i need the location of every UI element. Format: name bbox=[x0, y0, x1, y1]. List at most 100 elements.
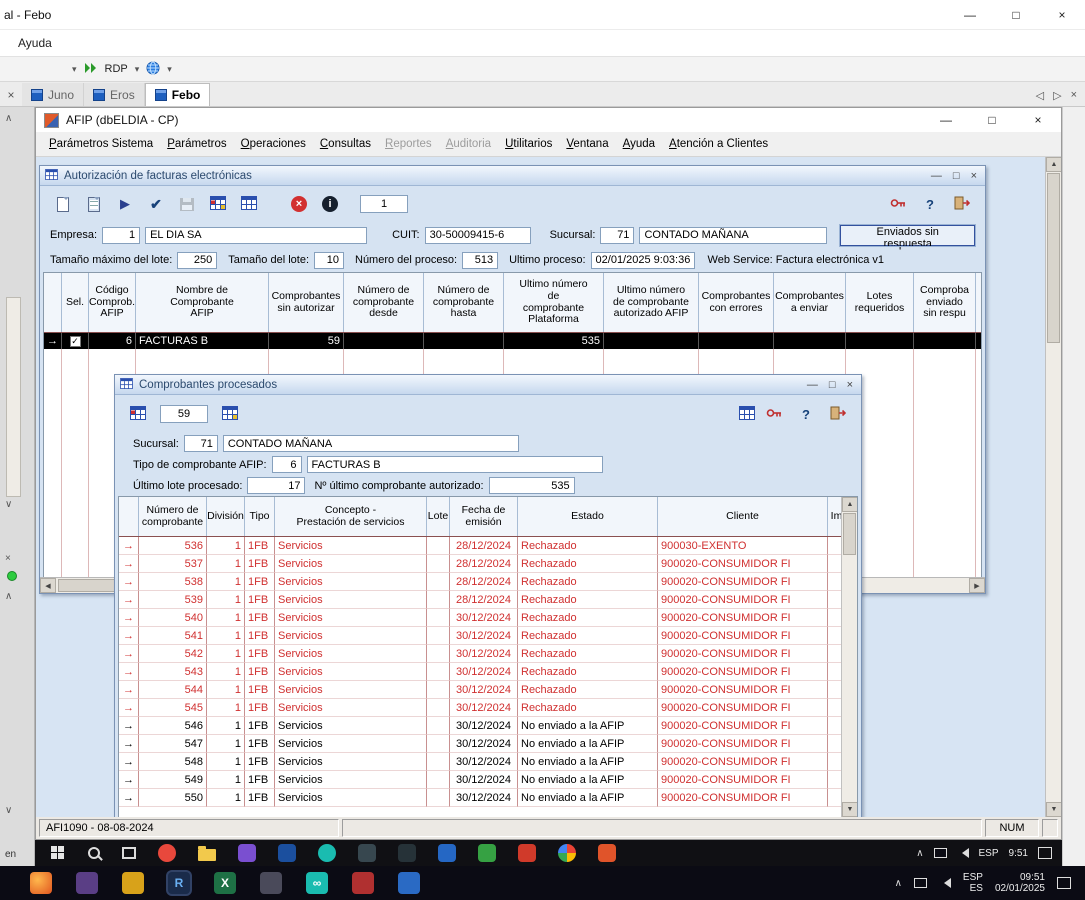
process-counter-field[interactable]: 1 bbox=[360, 195, 408, 213]
proceso-field[interactable]: 513 bbox=[462, 252, 498, 269]
tab-febo[interactable]: Febo bbox=[145, 83, 211, 106]
scroll-right-icon[interactable]: ▶ bbox=[969, 578, 985, 593]
afip-minimize-button[interactable]: — bbox=[923, 108, 969, 132]
menu-item[interactable]: Parámetros bbox=[160, 135, 233, 153]
menu-item[interactable]: Reportes bbox=[378, 135, 439, 153]
auth-column-header[interactable]: Código Comprob. AFIP bbox=[89, 273, 136, 332]
help-button[interactable]: ? bbox=[793, 402, 819, 426]
proc-grid-row[interactable]: →54711FBServicios30/12/2024No enviado a … bbox=[119, 735, 841, 753]
rdp-label[interactable]: RDP bbox=[105, 63, 128, 75]
auth-column-header[interactable]: Sel. bbox=[62, 273, 89, 332]
menu-item[interactable]: Parámetros Sistema bbox=[42, 135, 160, 153]
tamano-field[interactable]: 10 bbox=[314, 252, 344, 269]
proc-grid-row[interactable]: →53711FBServicios28/12/2024Rechazado9000… bbox=[119, 555, 841, 573]
proc-grid-row[interactable]: →53611FBServicios28/12/2024Rechazado9000… bbox=[119, 537, 841, 555]
autorizacion-titlebar[interactable]: Autorización de facturas electrónicas — … bbox=[40, 166, 985, 186]
sucursal-code-field[interactable]: 71 bbox=[184, 435, 218, 452]
scroll-up-icon[interactable]: ▲ bbox=[1046, 157, 1061, 172]
chrome-icon[interactable] bbox=[558, 844, 576, 862]
app-icon-dark[interactable] bbox=[398, 844, 416, 862]
volume-icon[interactable] bbox=[957, 848, 969, 858]
scroll-down-icon[interactable]: ∨ bbox=[5, 499, 12, 510]
sucursal-name-field[interactable]: CONTADO MAÑANA bbox=[639, 227, 827, 244]
globe-icon[interactable] bbox=[146, 61, 160, 78]
browser-icon[interactable] bbox=[158, 844, 176, 862]
app-icon-orange[interactable] bbox=[598, 844, 616, 862]
network-icon[interactable] bbox=[934, 848, 947, 858]
app-icon-purple[interactable] bbox=[238, 844, 256, 862]
scroll-down-icon[interactable]: ∨ bbox=[5, 805, 12, 816]
empresa-code-field[interactable]: 1 bbox=[102, 227, 140, 244]
notification-icon[interactable] bbox=[1057, 877, 1071, 889]
tamano-max-field[interactable]: 250 bbox=[177, 252, 217, 269]
scroll-thumb[interactable] bbox=[843, 513, 856, 555]
auth-selected-row[interactable]: →✓6FACTURAS B59535 bbox=[44, 333, 981, 349]
proc-grid-row[interactable]: →54611FBServicios30/12/2024No enviado a … bbox=[119, 717, 841, 735]
auth-column-header[interactable]: Ultimo número de comprobante autorizado … bbox=[604, 273, 699, 332]
network-icon[interactable] bbox=[914, 878, 927, 888]
menu-item[interactable]: Utilitarios bbox=[498, 135, 559, 153]
excel-icon[interactable]: X bbox=[214, 872, 236, 894]
proc-grid-row[interactable]: →54011FBServicios30/12/2024Rechazado9000… bbox=[119, 609, 841, 627]
proc-grid-row[interactable]: →53911FBServicios28/12/2024Rechazado9000… bbox=[119, 591, 841, 609]
menu-item[interactable]: Consultas bbox=[313, 135, 378, 153]
chat-app-icon[interactable] bbox=[318, 844, 336, 862]
language-indicator[interactable]: ESP ES bbox=[963, 872, 983, 895]
ultimo-proceso-field[interactable]: 02/01/2025 9:03:36 bbox=[591, 252, 695, 269]
auth-column-header[interactable]: Comprobantes con errores bbox=[699, 273, 774, 332]
empresa-name-field[interactable]: EL DIA SA bbox=[145, 227, 367, 244]
grid-view-button[interactable] bbox=[217, 402, 243, 426]
validate-button[interactable]: ✔ bbox=[143, 192, 169, 216]
record-counter-field[interactable]: 59 bbox=[160, 405, 208, 423]
tab-nav-close-icon[interactable]: × bbox=[1071, 89, 1077, 102]
proc-column-header[interactable]: Número de comprobante bbox=[139, 497, 207, 536]
auth-column-header[interactable]: Ultimo número de comprobante Plataforma bbox=[504, 273, 604, 332]
auth-column-header[interactable]: Lotes requeridos bbox=[846, 273, 914, 332]
proc-grid-row[interactable]: →54211FBServicios30/12/2024Rechazado9000… bbox=[119, 645, 841, 663]
procesados-titlebar[interactable]: Comprobantes procesados — □ × bbox=[115, 375, 861, 395]
menu-ayuda[interactable]: Ayuda bbox=[8, 36, 62, 50]
proc-column-header[interactable]: Cliente bbox=[658, 497, 828, 536]
tipo-name-field[interactable]: FACTURAS B bbox=[307, 456, 603, 473]
mdi-vertical-scrollbar[interactable]: ▲ ▼ bbox=[1045, 157, 1061, 817]
close-icon[interactable]: × bbox=[5, 553, 11, 564]
access-key-button[interactable] bbox=[761, 402, 787, 426]
help-button[interactable]: ? bbox=[917, 192, 943, 216]
proc-grid-row[interactable]: →53811FBServicios28/12/2024Rechazado9000… bbox=[119, 573, 841, 591]
cuit-field[interactable]: 30-50009415-6 bbox=[425, 227, 531, 244]
scroll-left-icon[interactable]: ◀ bbox=[40, 578, 56, 593]
tab-nav-right-icon[interactable]: ▷ bbox=[1053, 89, 1061, 102]
row-checkbox[interactable]: ✓ bbox=[70, 336, 81, 347]
tab-juno[interactable]: Juno bbox=[22, 83, 84, 106]
rdp-dropdown-icon[interactable]: ▾ bbox=[135, 64, 140, 75]
properties-button[interactable] bbox=[81, 192, 107, 216]
minimize-button[interactable]: — bbox=[931, 170, 942, 182]
chart-app-icon[interactable] bbox=[260, 872, 282, 894]
left-scrollbar[interactable] bbox=[6, 297, 21, 497]
sucursal-name-field[interactable]: CONTADO MAÑANA bbox=[223, 435, 519, 452]
file-explorer-icon[interactable] bbox=[198, 849, 216, 861]
search-icon[interactable] bbox=[88, 847, 100, 859]
exit-button[interactable] bbox=[949, 192, 975, 216]
proc-grid-row[interactable]: →54811FBServicios30/12/2024No enviado a … bbox=[119, 753, 841, 771]
scroll-thumb[interactable] bbox=[1047, 173, 1060, 343]
volume-icon[interactable] bbox=[939, 878, 951, 888]
close-button[interactable]: × bbox=[971, 170, 977, 182]
proc-column-header[interactable]: División bbox=[207, 497, 245, 536]
proc-grid-row[interactable]: →54411FBServicios30/12/2024Rechazado9000… bbox=[119, 681, 841, 699]
proc-column-header[interactable]: Estado bbox=[518, 497, 658, 536]
auth-column-header[interactable]: Comproba enviado sin respu bbox=[914, 273, 976, 332]
auth-column-header[interactable]: Número de comprobante desde bbox=[344, 273, 424, 332]
proc-grid-row[interactable]: →54111FBServicios30/12/2024Rechazado9000… bbox=[119, 627, 841, 645]
outer-close-button[interactable]: × bbox=[1039, 0, 1085, 29]
tray-expand-icon[interactable]: ∧ bbox=[916, 848, 923, 859]
menu-item[interactable]: Operaciones bbox=[234, 135, 313, 153]
grid-view-button[interactable] bbox=[205, 192, 231, 216]
proc-column-header[interactable] bbox=[119, 497, 139, 536]
globe-dropdown-icon[interactable]: ▾ bbox=[167, 64, 172, 75]
scroll-up-icon[interactable]: ∧ bbox=[5, 113, 12, 124]
auth-column-header[interactable]: Comprobantes sin autorizar bbox=[269, 273, 344, 332]
file-explorer-icon[interactable] bbox=[122, 872, 144, 894]
tipo-code-field[interactable]: 6 bbox=[272, 456, 302, 473]
app-icon-red[interactable] bbox=[352, 872, 374, 894]
